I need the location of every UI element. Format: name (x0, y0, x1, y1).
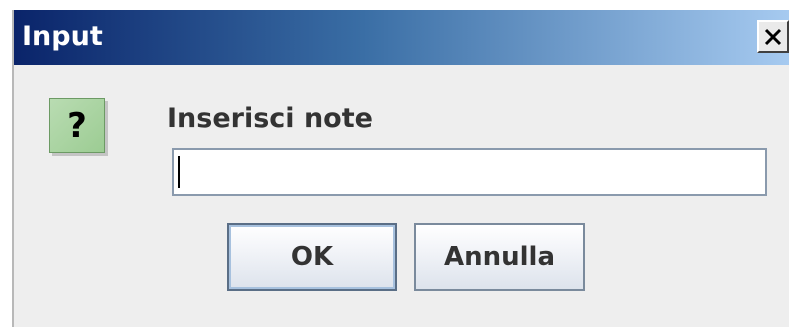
cancel-button[interactable]: Annulla (414, 223, 585, 291)
note-input[interactable] (172, 148, 767, 196)
input-dialog: Input ? Inserisci note OK Annulla (12, 10, 789, 327)
prompt-label: Inserisci note (167, 103, 373, 134)
title-bar[interactable]: Input (14, 10, 789, 65)
text-caret (178, 156, 180, 188)
question-icon: ? (49, 98, 105, 153)
question-mark-glyph: ? (67, 105, 87, 146)
close-icon (764, 28, 782, 45)
close-button[interactable] (757, 20, 789, 53)
ok-button[interactable]: OK (227, 223, 397, 291)
window-title: Input (22, 21, 103, 52)
